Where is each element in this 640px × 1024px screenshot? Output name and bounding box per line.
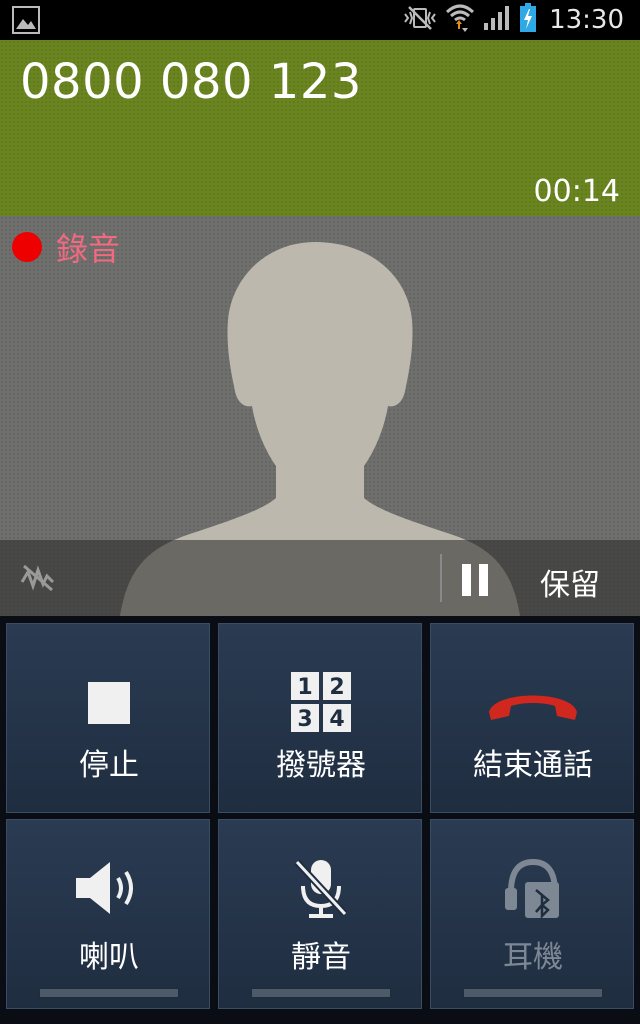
call-duration: 00:14 [533, 174, 620, 209]
status-bar: 13:30 [0, 0, 640, 40]
battery-charging-icon [519, 3, 537, 37]
call-header: 0800 080 123 00:14 [0, 40, 640, 216]
hold-button[interactable]: 保留 [456, 540, 640, 616]
bluetooth-headset-label: 耳機 [503, 940, 563, 975]
end-call-button[interactable]: 結束通話 [430, 623, 634, 813]
bluetooth-headset-icon [431, 858, 635, 922]
dialpad-label: 撥號器 [276, 748, 366, 783]
record-dot-icon [12, 232, 42, 262]
clock: 13:30 [549, 5, 624, 35]
dialpad-key: 3 [297, 707, 312, 732]
signal-icon [483, 5, 511, 35]
bluetooth-headset-button[interactable]: 耳機 [430, 819, 634, 1009]
dialpad-icon: 1 2 3 4 [219, 672, 423, 732]
stop-label: 停止 [79, 748, 139, 783]
stop-recording-button[interactable]: 停止 [6, 623, 210, 813]
contact-photo: 錄音 保留 [0, 216, 640, 616]
mute-mic-icon [219, 858, 423, 922]
recording-indicator: 錄音 [12, 224, 120, 270]
mute-button[interactable]: 靜音 [218, 819, 422, 1009]
dialpad-key: 1 [297, 675, 312, 700]
end-call-icon [431, 682, 635, 724]
hold-divider [440, 554, 442, 602]
wifi-icon [445, 2, 475, 38]
speaker-icon [7, 860, 211, 916]
speaker-label: 喇叭 [79, 940, 139, 975]
gallery-notification-icon [12, 6, 40, 38]
mute-state-indicator [251, 988, 391, 998]
hold-bar: 保留 [0, 540, 640, 616]
noise-reduction-off-icon[interactable] [20, 562, 56, 598]
hold-label: 保留 [540, 568, 600, 603]
dialpad-key: 4 [329, 707, 344, 732]
dialpad-key: 2 [329, 675, 344, 700]
stop-icon [7, 682, 211, 724]
phone-number: 0800 080 123 [20, 54, 362, 110]
recording-label: 錄音 [56, 230, 121, 268]
dialpad-button[interactable]: 1 2 3 4 撥號器 [218, 623, 422, 813]
headset-state-indicator [463, 988, 603, 998]
vibrate-mute-icon [403, 5, 437, 35]
mute-label: 靜音 [291, 940, 351, 975]
speaker-button[interactable]: 喇叭 [6, 819, 210, 1009]
speaker-state-indicator [39, 988, 179, 998]
in-call-controls: 停止 1 2 3 4 撥號器 結束通話 喇叭 靜音 耳機 [0, 616, 640, 1024]
end-call-label: 結束通話 [473, 748, 593, 783]
pause-icon [462, 564, 490, 600]
